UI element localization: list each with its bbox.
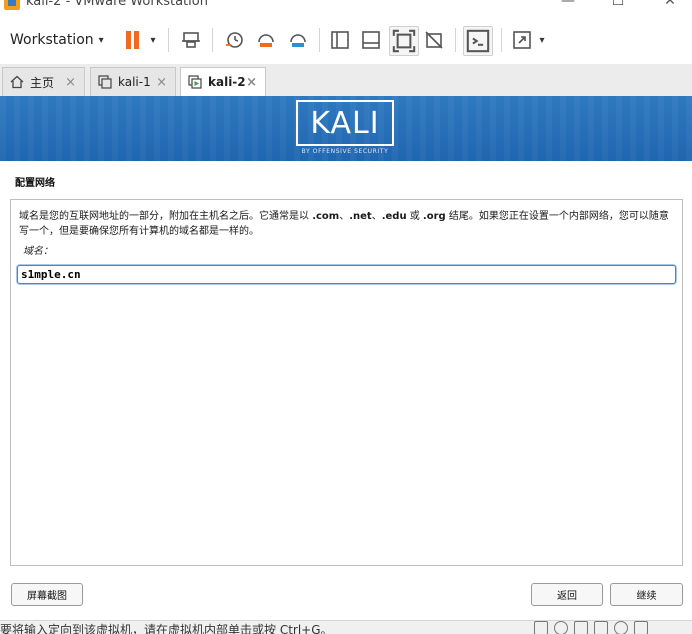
domain-description: 域名是您的互联网地址的一部分，附加在主机名之后。它通常是以 .com、.net、…	[19, 211, 669, 237]
network-adapter-icon[interactable]	[574, 621, 588, 634]
full-screen-fit-icon[interactable]	[389, 26, 419, 56]
close-window-button[interactable]: ✕	[655, 0, 685, 9]
back-button[interactable]: 返回	[531, 583, 603, 606]
close-tab-kali-1-icon[interactable]: ×	[156, 75, 167, 90]
tab-label-kali-1: kali-1	[118, 75, 151, 89]
screenshot-button[interactable]: 屏幕截图	[11, 583, 83, 606]
tab-label-kali-2: kali-2	[208, 75, 246, 89]
kali-logo: KALI	[296, 100, 394, 146]
tab-home[interactable]: 主页 ×	[2, 67, 85, 96]
maximize-button[interactable]: ☐	[603, 0, 633, 9]
status-bar: 要将输入定向到该虚拟机，请在虚拟机内部单击或按 Ctrl+G。	[0, 620, 692, 634]
vmware-app-icon	[4, 0, 20, 10]
tab-kali-2[interactable]: kali-2 ×	[180, 67, 266, 96]
window-titlebar: kali-2 - VMware Workstation — ☐ ✕	[0, 0, 692, 14]
stretch-guest-icon[interactable]	[510, 28, 534, 52]
tab-label-home: 主页	[30, 75, 55, 90]
workstation-menu-button[interactable]: Workstation ▾	[10, 28, 104, 52]
snapshot-manager-icon[interactable]	[286, 28, 310, 52]
status-message: 要将输入定向到该虚拟机，请在虚拟机内部单击或按 Ctrl+G。	[0, 623, 333, 634]
installer-content-panel: 域名是您的互联网地址的一部分，附加在主机名之后。它通常是以 .com、.net、…	[10, 199, 683, 566]
kali-tagline: BY OFFENSIVE SECURITY	[301, 148, 389, 155]
domain-field-label: 域名：	[23, 246, 53, 257]
continue-button[interactable]: 继续	[610, 583, 683, 606]
device-status-icons	[534, 621, 648, 634]
snapshot-icon[interactable]	[222, 28, 246, 52]
stretch-dropdown-chevron-icon[interactable]: ▾	[536, 28, 548, 52]
vm-running-icon	[188, 75, 202, 89]
display-icon[interactable]	[634, 621, 648, 634]
window-title: kali-2 - VMware Workstation	[26, 0, 208, 9]
domain-name-input[interactable]	[17, 265, 676, 284]
vm-icon	[98, 75, 112, 89]
workstation-menu-label: Workstation	[10, 32, 94, 48]
console-view-icon[interactable]	[463, 26, 493, 56]
minimize-button[interactable]: —	[553, 0, 583, 9]
unity-mode-icon[interactable]	[422, 28, 446, 52]
show-thumbnail-bar-icon[interactable]	[359, 28, 383, 52]
pause-vm-button[interactable]	[122, 28, 142, 52]
tab-kali-1[interactable]: kali-1 ×	[90, 67, 176, 96]
page-title: 配置网络	[15, 178, 55, 189]
kali-banner: KALI BY OFFENSIVE SECURITY	[0, 96, 692, 161]
main-toolbar: Workstation ▾ ▾ ▾	[0, 14, 692, 65]
show-library-icon[interactable]	[328, 28, 352, 52]
send-ctrl-alt-del-icon[interactable]	[179, 28, 203, 52]
close-tab-home-icon[interactable]: ×	[65, 75, 76, 90]
pause-dropdown-chevron-icon[interactable]: ▾	[146, 28, 160, 52]
home-icon	[10, 75, 24, 89]
usb-icon[interactable]	[614, 621, 628, 634]
sound-card-icon[interactable]	[594, 621, 608, 634]
revert-snapshot-icon[interactable]	[254, 28, 278, 52]
chevron-down-icon: ▾	[98, 34, 104, 46]
cd-drive-icon[interactable]	[554, 621, 568, 634]
close-tab-kali-2-icon[interactable]: ×	[246, 75, 257, 90]
hard-disk-icon[interactable]	[534, 621, 548, 634]
vm-tabs: 主页 × kali-1 × kali-2 ×	[0, 64, 692, 96]
